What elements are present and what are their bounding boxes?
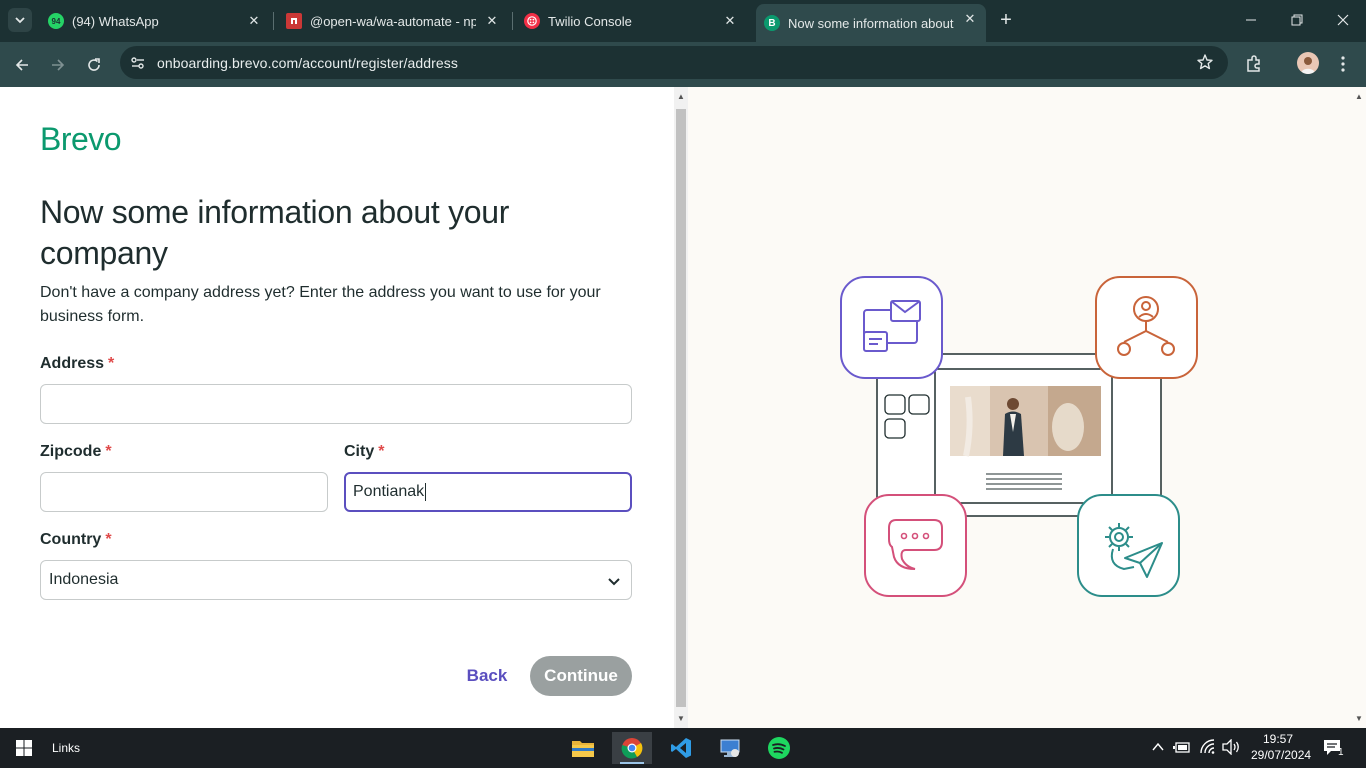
close-icon[interactable]: ✕: [722, 13, 738, 29]
arrow-left-icon: [15, 59, 28, 71]
photo-image: [950, 386, 1101, 457]
close-icon: [1337, 14, 1349, 26]
wifi-icon[interactable]: [1199, 739, 1217, 755]
volume-icon[interactable]: [1221, 739, 1241, 755]
new-tab-button[interactable]: +: [996, 10, 1016, 30]
email-chat-tile: [840, 276, 943, 379]
vscode-icon: [671, 738, 691, 758]
tab-npm[interactable]: @open-wa/wa-automate - npm ✕: [282, 6, 508, 36]
close-icon[interactable]: ✕: [246, 13, 262, 29]
tab-separator: [512, 12, 513, 30]
vscode-taskbar-button[interactable]: [661, 732, 701, 764]
city-input[interactable]: Pontianak: [344, 472, 632, 512]
links-toolbar-label[interactable]: Links: [52, 741, 80, 755]
tab-title: @open-wa/wa-automate - npm: [310, 13, 476, 29]
reload-button[interactable]: [83, 54, 105, 76]
windows-logo-icon: [16, 740, 32, 756]
chevron-down-icon: [15, 17, 25, 24]
page-title: Now some information about your company: [40, 194, 510, 271]
minimize-icon: [1246, 19, 1256, 21]
city-label: City *: [344, 443, 385, 460]
browser-toolbar: onboarding.brevo.com/account/register/ad…: [0, 42, 1366, 87]
twilio-icon: [524, 13, 540, 29]
brevo-logo[interactable]: Brevo: [40, 121, 122, 158]
brevo-icon: B: [764, 15, 780, 31]
zipcode-label: Zipcode *: [40, 443, 112, 460]
close-icon[interactable]: ✕: [484, 13, 500, 29]
city-value: Pontianak: [353, 483, 425, 500]
country-select[interactable]: Indonesia: [40, 560, 632, 600]
close-icon[interactable]: ✕: [962, 11, 978, 27]
tab-brevo[interactable]: B Now some information about your compan…: [756, 4, 986, 42]
notification-center-button[interactable]: 1: [1322, 738, 1346, 758]
clock[interactable]: 19:57 29/07/2024: [1251, 731, 1312, 763]
zipcode-input[interactable]: [40, 472, 328, 512]
site-info-icon[interactable]: [129, 54, 147, 72]
tab-separator: [273, 12, 274, 30]
spotify-taskbar-button[interactable]: [759, 732, 799, 764]
npm-icon: [286, 13, 302, 29]
address-label: Address *: [40, 355, 115, 372]
workflow-people-tile: [1095, 276, 1198, 379]
battery-icon[interactable]: [1173, 740, 1191, 754]
text-caret: [425, 483, 427, 501]
restore-button[interactable]: [1287, 10, 1307, 30]
profile-avatar[interactable]: [1297, 52, 1319, 74]
chevron-up-icon[interactable]: [1152, 742, 1164, 752]
scroll-down-arrow-icon[interactable]: ▼: [1355, 715, 1363, 723]
back-nav-button[interactable]: [11, 54, 33, 76]
restore-icon: [1291, 14, 1303, 26]
file-explorer-button[interactable]: [563, 732, 603, 764]
chat-bubble-tile: [864, 494, 967, 597]
back-button[interactable]: Back: [456, 656, 518, 696]
notification-count: 1: [1338, 747, 1344, 758]
page-scrollbar[interactable]: ▲ ▼: [1352, 87, 1366, 728]
scroll-down-arrow-icon[interactable]: ▼: [677, 715, 685, 723]
windows-taskbar: Links 19:57 29/07/2024 1: [0, 728, 1366, 768]
scroll-up-arrow-icon[interactable]: ▲: [1355, 93, 1363, 101]
automation-send-tile: [1077, 494, 1180, 597]
address-input[interactable]: [40, 384, 632, 424]
tab-title: (94) WhatsApp: [72, 13, 159, 29]
address-bar[interactable]: onboarding.brevo.com/account/register/ad…: [120, 46, 1228, 79]
form-panel: Brevo Now some information about your co…: [0, 87, 674, 728]
scroll-up-arrow-icon[interactable]: ▲: [677, 93, 685, 101]
extensions-icon[interactable]: [1244, 54, 1264, 74]
chrome-icon: [621, 738, 643, 759]
arrow-right-icon: [52, 59, 65, 71]
remote-desktop-icon: [720, 739, 740, 757]
whatsapp-icon: 94: [48, 13, 64, 29]
bookmark-star-icon[interactable]: [1196, 53, 1214, 71]
tab-title: Now some information about your company: [788, 15, 956, 31]
clock-date: 29/07/2024: [1251, 748, 1312, 762]
minimize-button[interactable]: [1241, 10, 1261, 30]
chrome-taskbar-button[interactable]: [612, 732, 652, 764]
continue-button[interactable]: Continue: [530, 656, 632, 696]
scrollbar-thumb[interactable]: [676, 109, 686, 707]
tab-strip: 94 (94) WhatsApp ✕ @open-wa/wa-automate …: [0, 0, 1366, 42]
country-label: Country *: [40, 531, 112, 548]
tab-search-button[interactable]: [8, 8, 32, 32]
page-content: Brevo Now some information about your co…: [0, 87, 1366, 728]
chevron-down-icon: [608, 578, 620, 586]
spotify-icon: [768, 737, 790, 759]
start-button[interactable]: [4, 732, 44, 764]
clock-time: 19:57: [1262, 732, 1294, 746]
country-value: Indonesia: [49, 571, 119, 588]
tab-twilio[interactable]: Twilio Console ✕: [520, 6, 746, 36]
illustration-panel: [688, 87, 1352, 728]
forward-nav-button[interactable]: [47, 54, 69, 76]
marketing-illustration: [840, 276, 1198, 597]
form-scrollbar[interactable]: ▲ ▼: [674, 87, 688, 728]
url-text: onboarding.brevo.com/account/register/ad…: [157, 55, 459, 71]
page-subtitle: Don't have a company address yet? Enter …: [40, 284, 601, 325]
tab-whatsapp[interactable]: 94 (94) WhatsApp ✕: [44, 6, 270, 36]
tab-title: Twilio Console: [548, 13, 632, 29]
more-menu-icon[interactable]: [1336, 54, 1350, 74]
remote-desktop-taskbar-button[interactable]: [710, 732, 750, 764]
folder-icon: [572, 741, 594, 757]
reload-icon: [88, 58, 100, 71]
close-window-button[interactable]: [1333, 10, 1353, 30]
